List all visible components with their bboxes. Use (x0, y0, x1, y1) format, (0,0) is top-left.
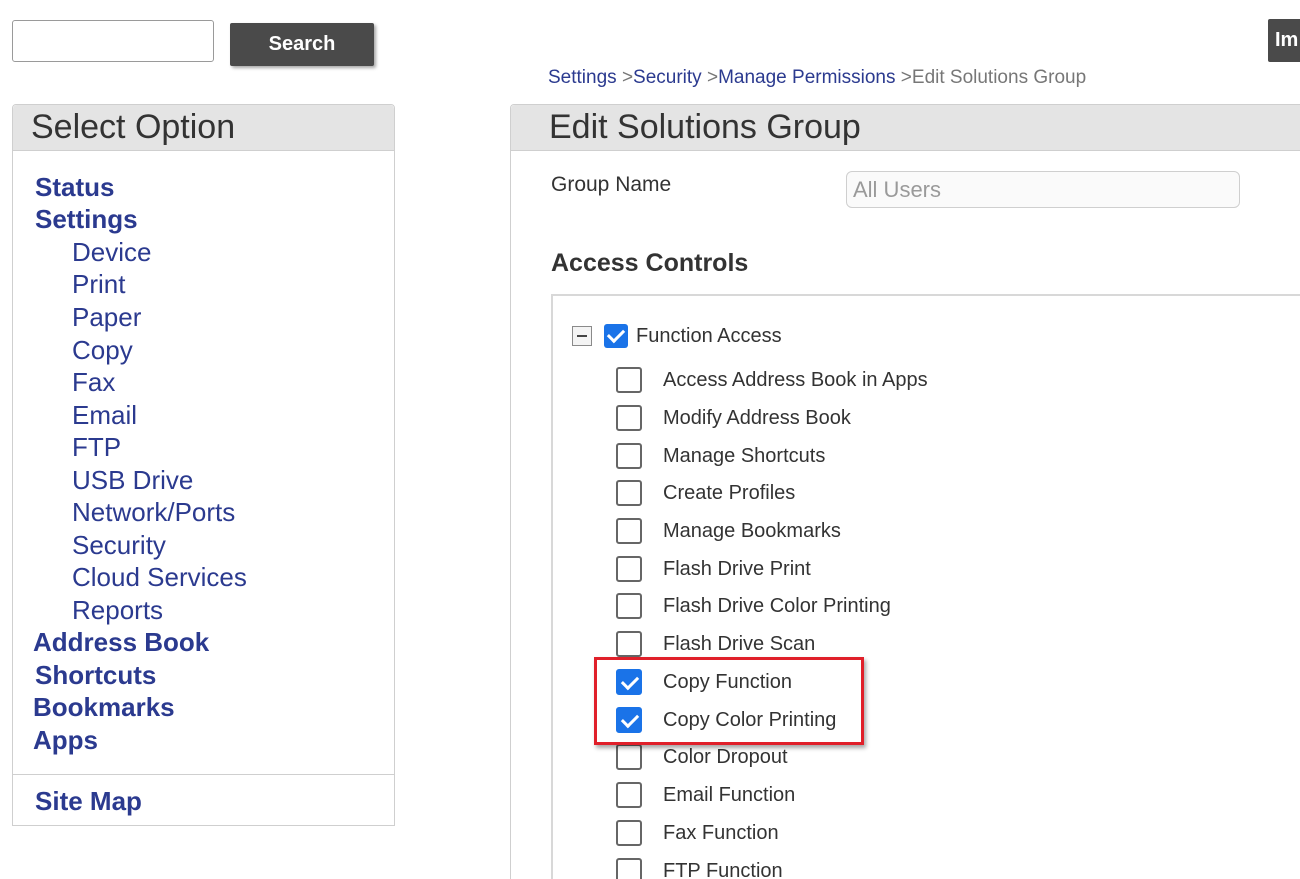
breadcrumb-separator: > (900, 67, 912, 88)
permission-label: Email Function (663, 783, 796, 806)
sidebar-item-fax[interactable]: Fax (72, 366, 115, 398)
sidebar-item-reports[interactable]: Reports (72, 594, 163, 626)
permission-label: Copy Function (663, 670, 792, 693)
breadcrumb-separator: > (621, 67, 634, 88)
permission-checkbox[interactable] (616, 669, 642, 695)
breadcrumb-settings[interactable]: Settings (548, 67, 617, 88)
sidebar-title: Select Option (13, 105, 394, 151)
permission-checkbox[interactable] (616, 744, 642, 770)
minus-square-icon[interactable] (572, 326, 592, 346)
permission-label: Modify Address Book (663, 406, 851, 429)
permission-label: Color Dropout (663, 745, 788, 768)
breadcrumb-current: Edit Solutions Group (911, 67, 1087, 88)
search-button[interactable]: Search (230, 23, 374, 66)
tree-root-function-access: Function Access (572, 322, 782, 350)
sidebar-item-apps[interactable]: Apps (33, 724, 98, 756)
permission-checkbox[interactable] (616, 820, 642, 846)
perm-item-flash-drive-scan: Flash Drive Scan (616, 630, 815, 658)
permission-label: Flash Drive Print (663, 557, 811, 580)
permission-label: Flash Drive Scan (663, 632, 816, 655)
perm-item-color-dropout: Color Dropout (616, 743, 788, 771)
permission-label: Create Profiles (663, 481, 796, 504)
sidebar-divider (13, 774, 394, 775)
perm-item-flash-drive-color-printing: Flash Drive Color Printing (616, 592, 891, 620)
breadcrumb-security[interactable]: Security (633, 67, 702, 88)
permission-checkbox[interactable] (616, 443, 642, 469)
permission-checkbox[interactable] (616, 782, 642, 808)
tree-root-label: Function Access (636, 324, 782, 347)
perm-item-flash-drive-print: Flash Drive Print (616, 555, 811, 583)
sidebar-item-email[interactable]: Email (72, 399, 137, 431)
sidebar-item-device[interactable]: Device (72, 236, 151, 268)
perm-item-fax-function: Fax Function (616, 819, 779, 847)
breadcrumb: Settings >Security >Manage Permissions >… (548, 67, 1086, 89)
checkmark-icon (620, 671, 640, 691)
perm-item-manage-shortcuts: Manage Shortcuts (616, 442, 825, 470)
perm-item-access-address-book-in-apps: Access Address Book in Apps (616, 366, 928, 394)
sidebar-item-print[interactable]: Print (72, 268, 125, 300)
sidebar-item-address-book[interactable]: Address Book (33, 626, 209, 658)
search-input[interactable] (12, 20, 214, 62)
checkmark-icon (606, 324, 626, 344)
permission-checkbox[interactable] (616, 367, 642, 393)
checkmark-icon (620, 709, 640, 729)
perm-item-copy-function: Copy Function (616, 668, 792, 696)
permission-checkbox[interactable] (616, 631, 642, 657)
breadcrumb-separator: > (706, 67, 719, 88)
sidebar-item-status[interactable]: Status (35, 171, 114, 203)
sidebar-item-network-ports[interactable]: Network/Ports (72, 496, 235, 528)
group-name-label: Group Name (551, 173, 672, 196)
perm-item-create-profiles: Create Profiles (616, 479, 795, 507)
group-name-field[interactable] (846, 171, 1240, 208)
sidebar-item-cloud-services[interactable]: Cloud Services (72, 561, 247, 593)
perm-item-modify-address-book: Modify Address Book (616, 404, 851, 432)
sidebar: Select Option Status Settings Device Pri… (12, 104, 395, 826)
perm-item-email-function: Email Function (616, 781, 795, 809)
breadcrumb-manage-permissions[interactable]: Manage Permissions (718, 67, 895, 88)
permission-label: FTP Function (663, 859, 783, 879)
sidebar-item-settings[interactable]: Settings (35, 203, 138, 235)
sidebar-item-bookmarks[interactable]: Bookmarks (33, 691, 175, 723)
page-title: Edit Solutions Group (511, 105, 1300, 151)
sidebar-item-security[interactable]: Security (72, 529, 166, 561)
page: Search Im Settings >Security >Manage Per… (0, 0, 1300, 879)
sidebar-item-usb-drive[interactable]: USB Drive (72, 464, 193, 496)
perm-item-ftp-function: FTP Function (616, 857, 783, 879)
import-button[interactable]: Im (1268, 19, 1300, 62)
permission-checkbox[interactable] (616, 556, 642, 582)
perm-item-copy-color-printing: Copy Color Printing (616, 706, 836, 734)
sidebar-item-ftp[interactable]: FTP (72, 431, 121, 463)
perm-item-manage-bookmarks: Manage Bookmarks (616, 517, 841, 545)
permission-label: Manage Shortcuts (663, 444, 826, 467)
function-access-checkbox[interactable] (604, 324, 628, 348)
permission-label: Fax Function (663, 821, 779, 844)
permission-checkbox[interactable] (616, 480, 642, 506)
permission-checkbox[interactable] (616, 707, 642, 733)
permission-checkbox[interactable] (616, 518, 642, 544)
permission-label: Manage Bookmarks (663, 519, 841, 542)
permission-label: Access Address Book in Apps (663, 368, 928, 391)
access-controls-heading: Access Controls (551, 249, 749, 277)
sidebar-item-shortcuts[interactable]: Shortcuts (35, 659, 156, 691)
sidebar-item-paper[interactable]: Paper (72, 301, 141, 333)
permission-checkbox[interactable] (616, 405, 642, 431)
permission-checkbox[interactable] (616, 593, 642, 619)
sidebar-item-copy[interactable]: Copy (72, 334, 133, 366)
sidebar-item-site-map[interactable]: Site Map (35, 785, 142, 817)
permission-checkbox[interactable] (616, 858, 642, 879)
permission-label: Flash Drive Color Printing (663, 594, 891, 617)
permission-label: Copy Color Printing (663, 708, 837, 731)
